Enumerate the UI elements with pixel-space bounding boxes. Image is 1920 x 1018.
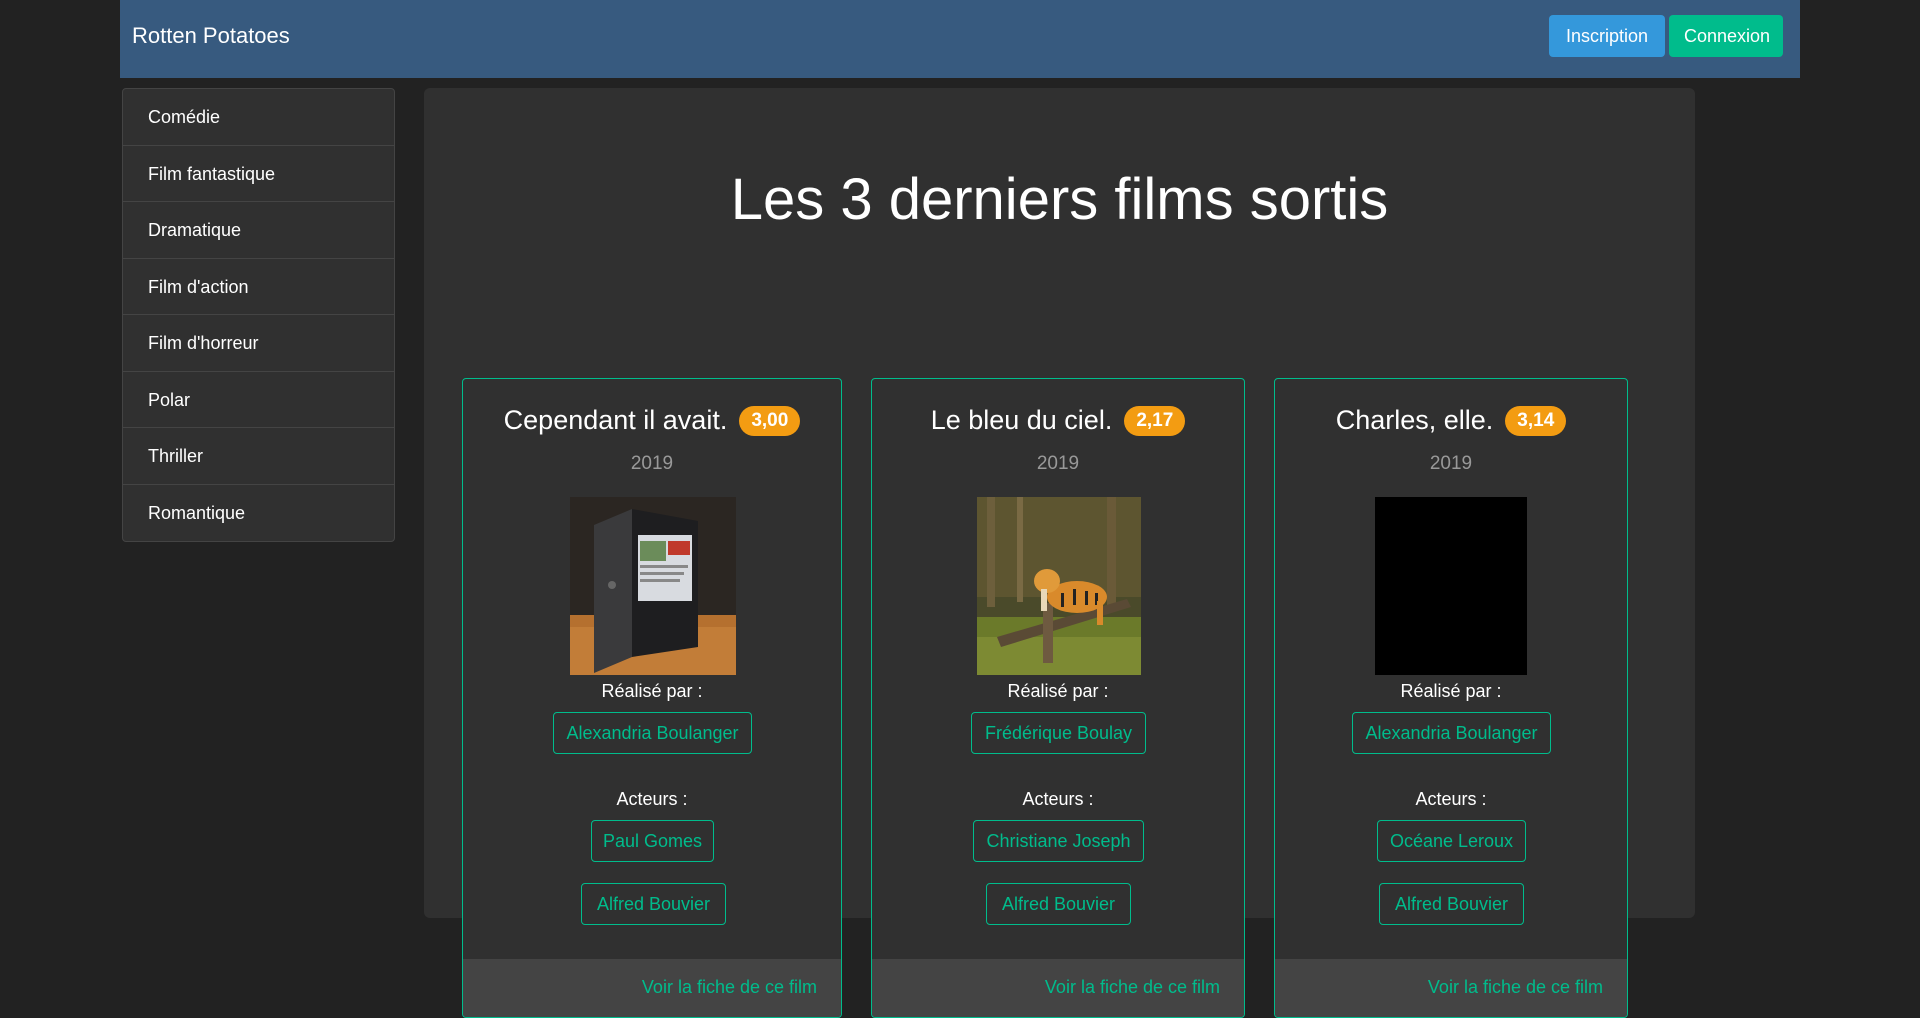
director-button[interactable]: Frédérique Boulay [971,712,1146,754]
directed-by-label: Réalisé par : [1007,681,1109,701]
sidebar-item-thriller[interactable]: Thriller [123,428,394,485]
film-card: Le bleu du ciel. 2,17 2019 Réalisé par : … [871,378,1245,1018]
view-film-link[interactable]: Voir la fiche de ce film [642,977,817,998]
rating-badge: 2,17 [1124,405,1186,436]
card-footer: Voir la fiche de ce film [1275,959,1627,1017]
film-year: 2019 [630,453,674,474]
film-card: Cependant il avait. 3,00 2019 Réalisé par… [462,378,842,1018]
film-poster-laptop [570,497,736,675]
rating-badge: 3,00 [739,405,801,436]
card-footer: Voir la fiche de ce film [872,959,1244,1017]
film-year: 2019 [1036,453,1080,474]
card-footer: Voir la fiche de ce film [463,959,841,1017]
signup-button[interactable]: Inscription [1549,15,1665,57]
sidebar-item-comedie[interactable]: Comédie [123,89,394,146]
actor-button[interactable]: Alfred Bouvier [986,883,1131,925]
genre-sidebar: Comédie Film fantastique Dramatique Film… [122,88,395,542]
actor-button[interactable]: Alfred Bouvier [581,883,726,925]
film-card: Charles, elle. 3,14 2019 Réalisé par : Al… [1274,378,1628,1018]
actor-button[interactable]: Océane Leroux [1377,820,1526,862]
actors-label: Acteurs : [1022,789,1094,809]
view-film-link[interactable]: Voir la fiche de ce film [1428,977,1603,998]
actor-button[interactable]: Alfred Bouvier [1379,883,1524,925]
actor-button[interactable]: Paul Gomes [591,820,714,862]
director-button[interactable]: Alexandria Boulanger [553,712,752,754]
sidebar-item-fantastique[interactable]: Film fantastique [123,146,394,202]
navbar: Rotten Potatoes Inscription Connexion [120,0,1800,78]
main-content: Les 3 derniers films sortis Cependant il… [424,88,1695,1018]
brand-link[interactable]: Rotten Potatoes [132,23,290,49]
film-year: 2019 [1429,453,1473,474]
login-button[interactable]: Connexion [1669,15,1783,57]
film-poster-tiger [977,497,1141,675]
directed-by-label: Réalisé par : [601,681,703,701]
sidebar-item-dramatique[interactable]: Dramatique [123,202,394,259]
sidebar-item-action[interactable]: Film d'action [123,259,394,315]
actor-button[interactable]: Christiane Joseph [973,820,1144,862]
view-film-link[interactable]: Voir la fiche de ce film [1045,977,1220,998]
sidebar-item-romantique[interactable]: Romantique [123,485,394,542]
film-title: Le bleu du ciel. [930,405,1113,435]
sidebar-item-polar[interactable]: Polar [123,372,394,428]
sidebar-item-horreur[interactable]: Film d'horreur [123,315,394,372]
film-title: Charles, elle. [1335,405,1494,435]
director-button[interactable]: Alexandria Boulanger [1352,712,1551,754]
rating-badge: 3,14 [1505,405,1567,436]
film-title: Cependant il avait. [503,405,728,435]
page-title: Les 3 derniers films sortis [730,167,1389,232]
film-poster-black [1375,497,1527,675]
actors-label: Acteurs : [616,789,688,809]
directed-by-label: Réalisé par : [1400,681,1502,701]
actors-label: Acteurs : [1415,789,1487,809]
